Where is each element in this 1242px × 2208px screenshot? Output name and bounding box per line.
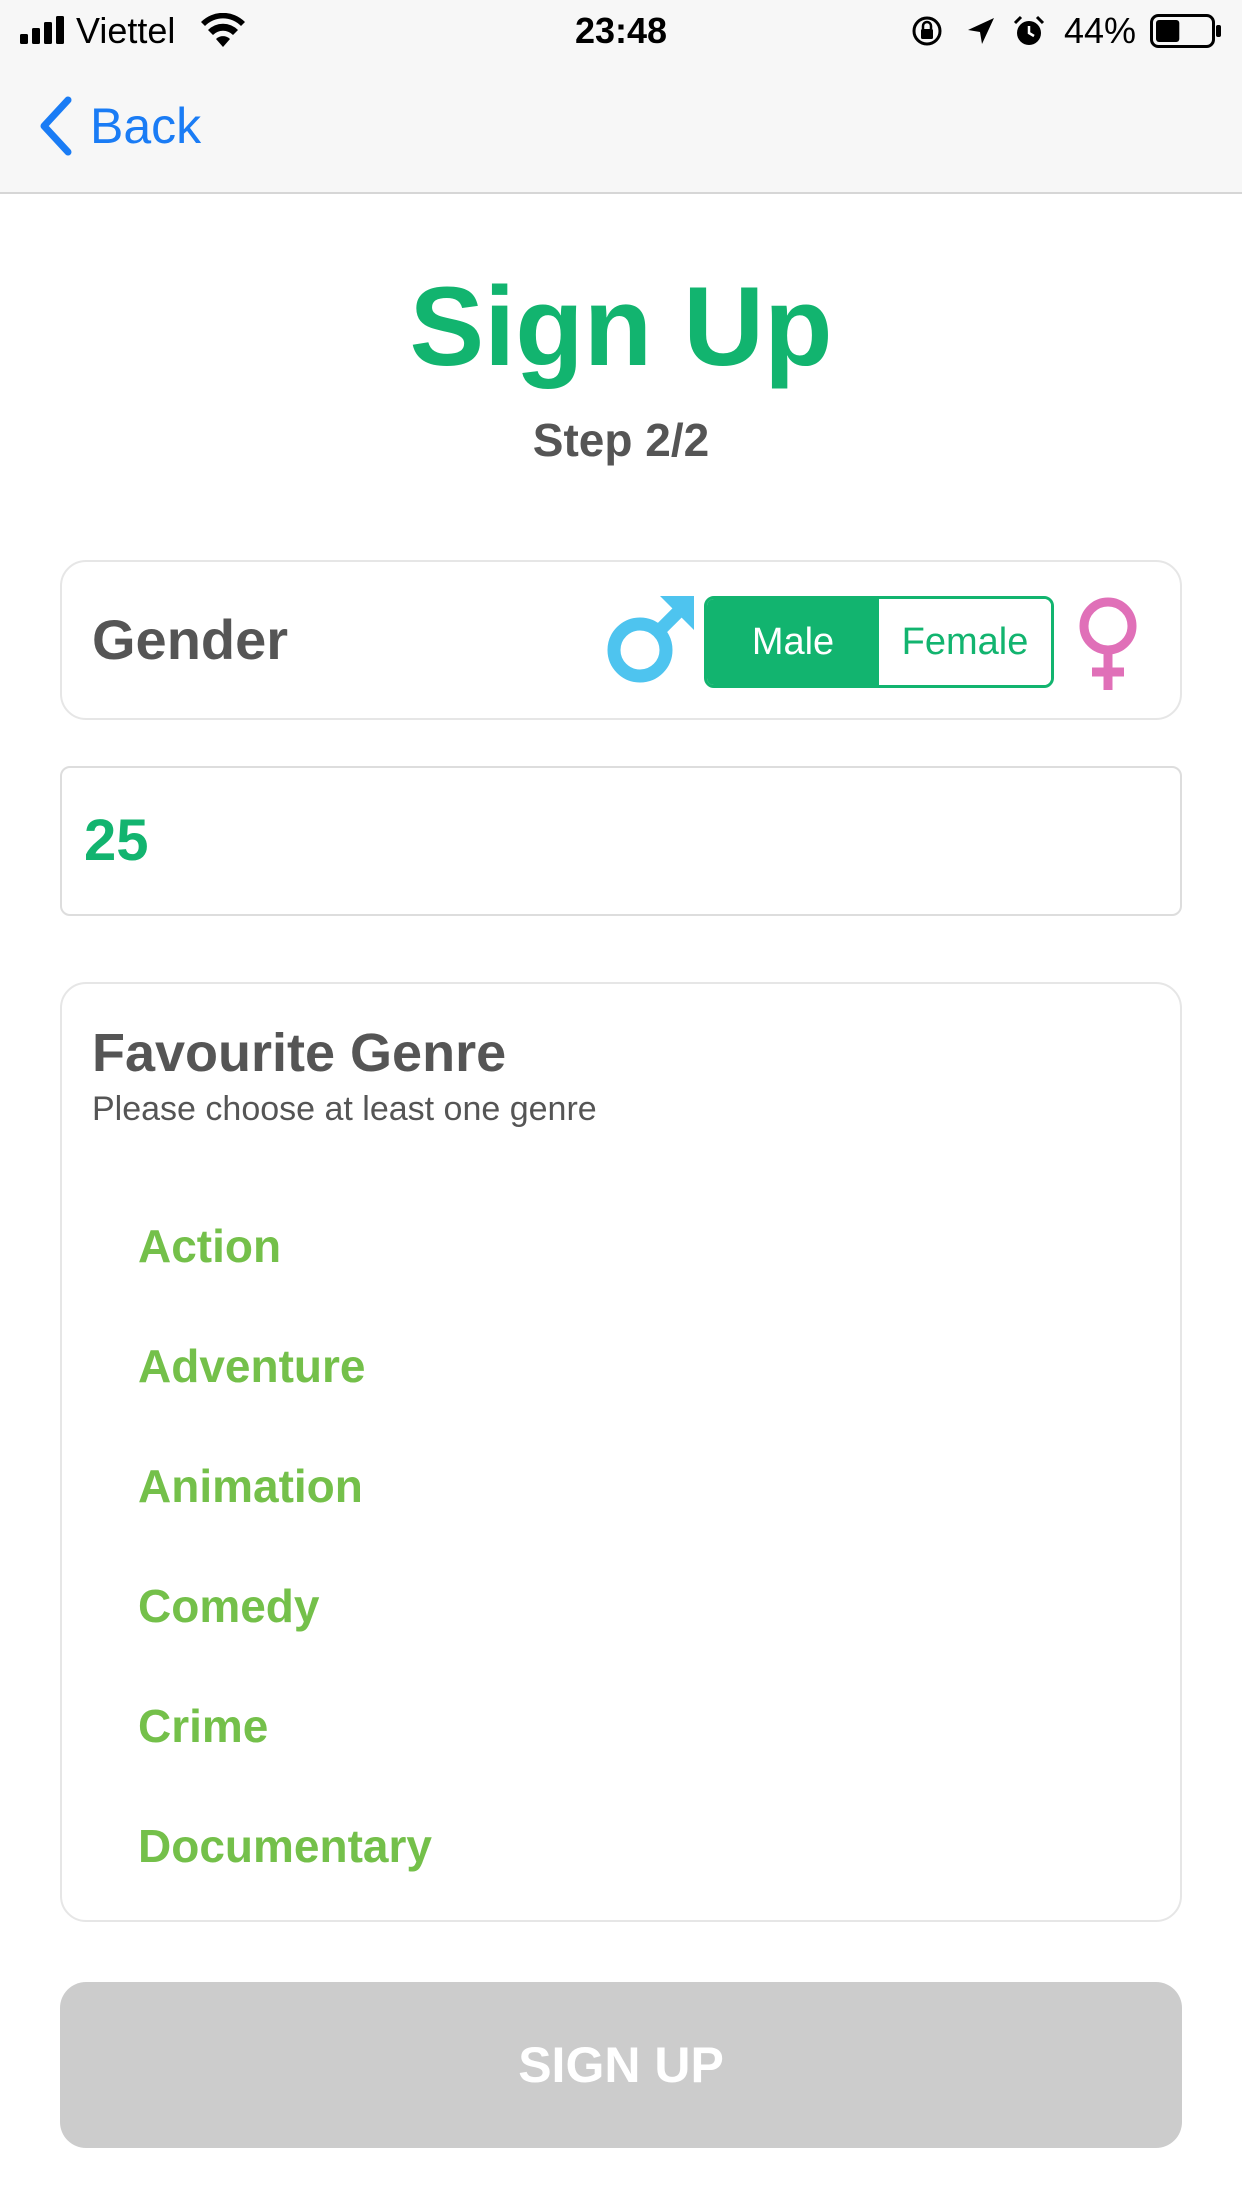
gender-label: Gender (92, 608, 289, 671)
step-indicator: Step 2/2 (532, 414, 710, 466)
genre-item-documentary[interactable]: Documentary (138, 1818, 432, 1874)
male-symbol-icon (607, 596, 694, 683)
gender-segmented-control[interactable]: Male Female (704, 596, 1054, 688)
genre-item-adventure[interactable]: Adventure (138, 1338, 365, 1394)
favourite-genre-card: Favourite Genre Please choose at least o… (60, 982, 1182, 1922)
status-bar: Viettel 23:48 44% (0, 0, 1242, 62)
genre-item-crime[interactable]: Crime (138, 1698, 268, 1754)
gender-card: Gender Male Female (60, 560, 1182, 720)
status-time: 23:48 (574, 10, 668, 51)
genre-item-action[interactable]: Action (138, 1218, 281, 1274)
back-label: Back (90, 98, 202, 154)
sign-up-button[interactable]: SIGN UP (60, 1982, 1182, 2148)
gender-option-female[interactable]: Female (879, 599, 1051, 685)
age-input[interactable]: 25 (60, 766, 1182, 916)
genre-hint: Please choose at least one genre (92, 1090, 597, 1128)
alarm-icon (1013, 15, 1045, 45)
top-bar: Viettel 23:48 44% Back (0, 0, 1242, 194)
genre-title: Favourite Genre (92, 1023, 507, 1083)
location-icon (968, 18, 994, 44)
age-value: 25 (84, 808, 149, 873)
back-button[interactable]: Back (36, 94, 201, 158)
orientation-lock-icon (912, 16, 942, 46)
genre-item-animation[interactable]: Animation (138, 1458, 363, 1514)
battery-icon (1150, 14, 1221, 48)
chevron-left-icon (40, 96, 72, 156)
female-symbol-icon (1079, 597, 1137, 690)
battery-percent: 44% (1064, 10, 1137, 51)
gender-option-male[interactable]: Male (707, 599, 879, 685)
page-title: Sign Up (409, 264, 833, 389)
genre-item-comedy[interactable]: Comedy (138, 1578, 319, 1634)
